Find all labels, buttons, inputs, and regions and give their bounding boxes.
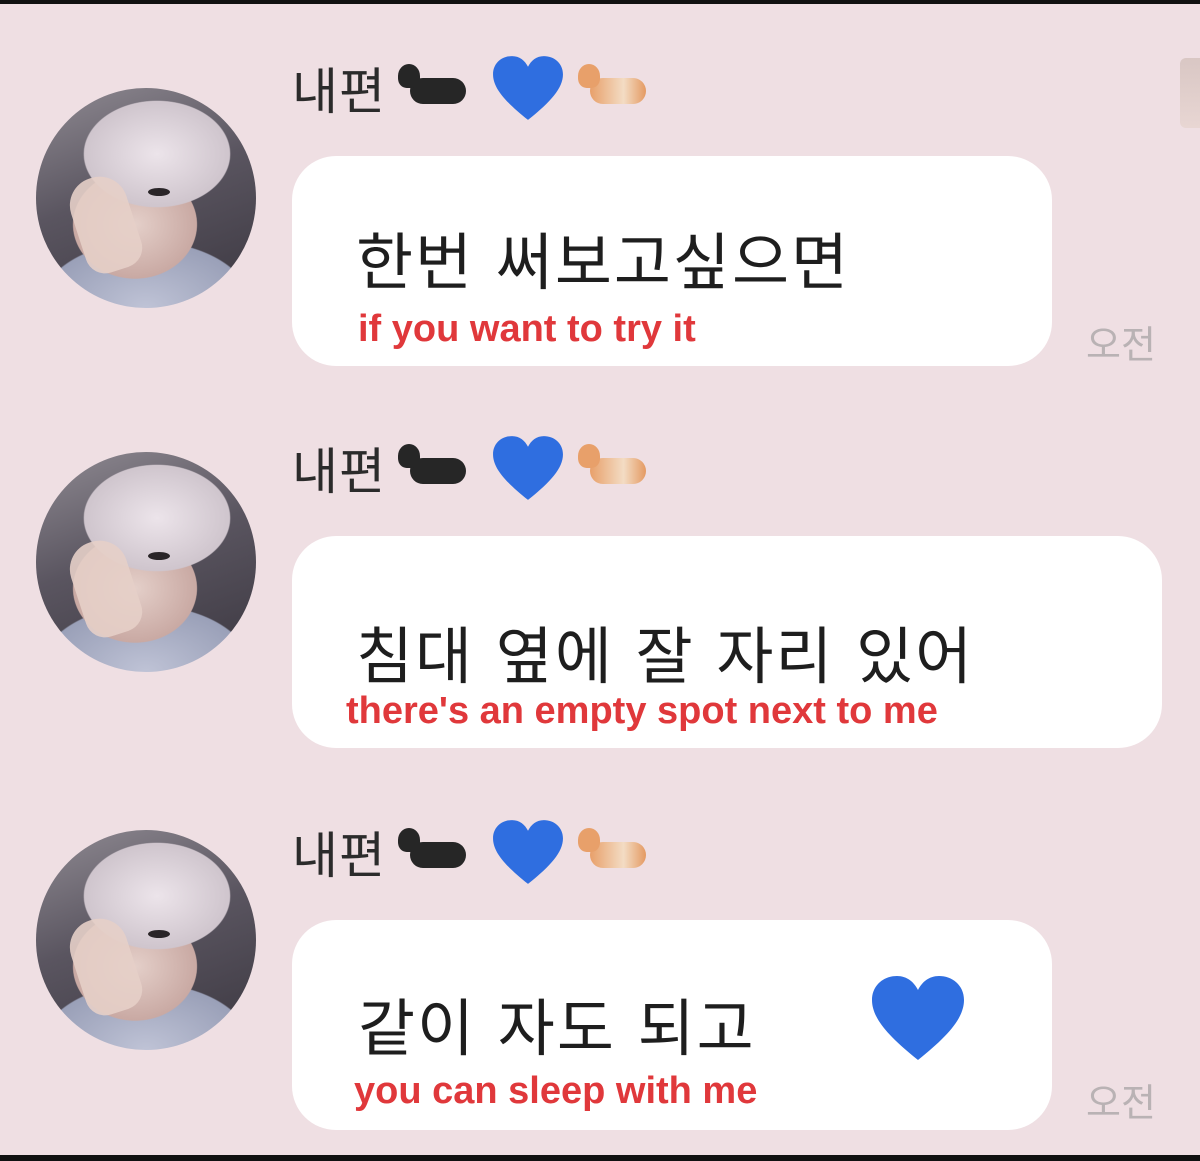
- black-cat-icon: [396, 60, 480, 116]
- avatar-eye: [148, 552, 170, 560]
- bottom-border: [0, 1155, 1200, 1161]
- sender-row: 내편: [292, 816, 660, 888]
- avatar-hand: [62, 533, 148, 643]
- message-text: 한번 써보고싶으면: [356, 226, 851, 299]
- top-border: [0, 0, 1200, 4]
- message-text: 침대 옆에 잘 자리 있어: [356, 620, 975, 693]
- orange-cat-icon: [576, 824, 660, 880]
- sender-row: 내편: [292, 52, 660, 124]
- blue-heart-icon: [490, 433, 566, 503]
- sender-name: 내편: [292, 63, 386, 121]
- message-time: 오전: [1086, 323, 1156, 367]
- message-time: 오전: [1086, 1081, 1156, 1125]
- edge-decoration: [1180, 58, 1200, 128]
- translation-caption: you can sleep with me: [354, 1070, 758, 1112]
- orange-cat-icon: [576, 60, 660, 116]
- blue-heart-icon: [490, 53, 566, 123]
- black-cat-icon: [396, 824, 480, 880]
- translation-caption: there's an empty spot next to me: [346, 690, 938, 732]
- avatar[interactable]: [36, 830, 256, 1050]
- sender-row: 내편: [292, 432, 660, 504]
- black-cat-icon: [396, 440, 480, 496]
- avatar-eye: [148, 188, 170, 196]
- avatar-hand: [62, 911, 148, 1021]
- message-bubble[interactable]: 침대 옆에 잘 자리 있어 there's an empty spot next…: [292, 536, 1162, 748]
- sender-name: 내편: [292, 827, 386, 885]
- avatar-hand: [62, 169, 148, 279]
- sender-name: 내편: [292, 443, 386, 501]
- orange-cat-icon: [576, 440, 660, 496]
- blue-heart-icon: [490, 817, 566, 887]
- avatar[interactable]: [36, 88, 256, 308]
- avatar-eye: [148, 930, 170, 938]
- blue-heart-icon: [868, 972, 968, 1062]
- message-bubble[interactable]: 한번 써보고싶으면 if you want to try it: [292, 156, 1052, 366]
- message-bubble[interactable]: 같이 자도 되고 you can sleep with me: [292, 920, 1052, 1130]
- translation-caption: if you want to try it: [358, 308, 696, 350]
- avatar[interactable]: [36, 452, 256, 672]
- message-text: 같이 자도 되고: [358, 992, 756, 1065]
